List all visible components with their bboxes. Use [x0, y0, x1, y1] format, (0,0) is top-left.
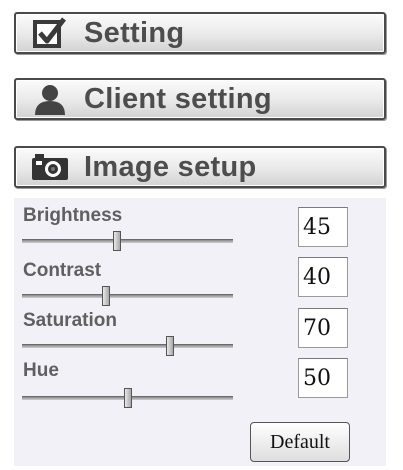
checkbox-checked-icon — [28, 17, 72, 49]
contrast-slider[interactable] — [22, 286, 233, 306]
saturation-input[interactable] — [298, 308, 348, 348]
default-button[interactable]: Default — [250, 422, 350, 462]
hue-slider[interactable] — [22, 388, 233, 408]
hue-input[interactable] — [298, 358, 348, 398]
user-silhouette-icon — [28, 83, 72, 115]
brightness-slider-thumb[interactable] — [112, 231, 121, 251]
image-setup-button[interactable]: Image setup — [14, 146, 386, 188]
brightness-input[interactable] — [298, 207, 348, 247]
setting-button[interactable]: Setting — [14, 12, 386, 54]
setting-label: Setting — [84, 16, 185, 49]
contrast-label: Contrast — [23, 260, 102, 281]
hue-slider-thumb[interactable] — [123, 388, 132, 408]
contrast-slider-thumb[interactable] — [102, 286, 111, 306]
hue-label: Hue — [23, 360, 59, 381]
saturation-slider-thumb[interactable] — [165, 336, 174, 356]
brightness-slider[interactable] — [22, 231, 233, 251]
saturation-label: Saturation — [23, 310, 117, 331]
brightness-label: Brightness — [23, 205, 123, 226]
image-setup-label: Image setup — [84, 150, 257, 183]
client-setting-button[interactable]: Client setting — [14, 78, 386, 120]
client-setting-label: Client setting — [84, 82, 272, 115]
image-setup-panel: Brightness Contrast Saturation Hue Defau… — [14, 198, 386, 466]
saturation-slider[interactable] — [22, 336, 233, 356]
contrast-input[interactable] — [298, 257, 348, 297]
camera-icon — [28, 151, 72, 183]
